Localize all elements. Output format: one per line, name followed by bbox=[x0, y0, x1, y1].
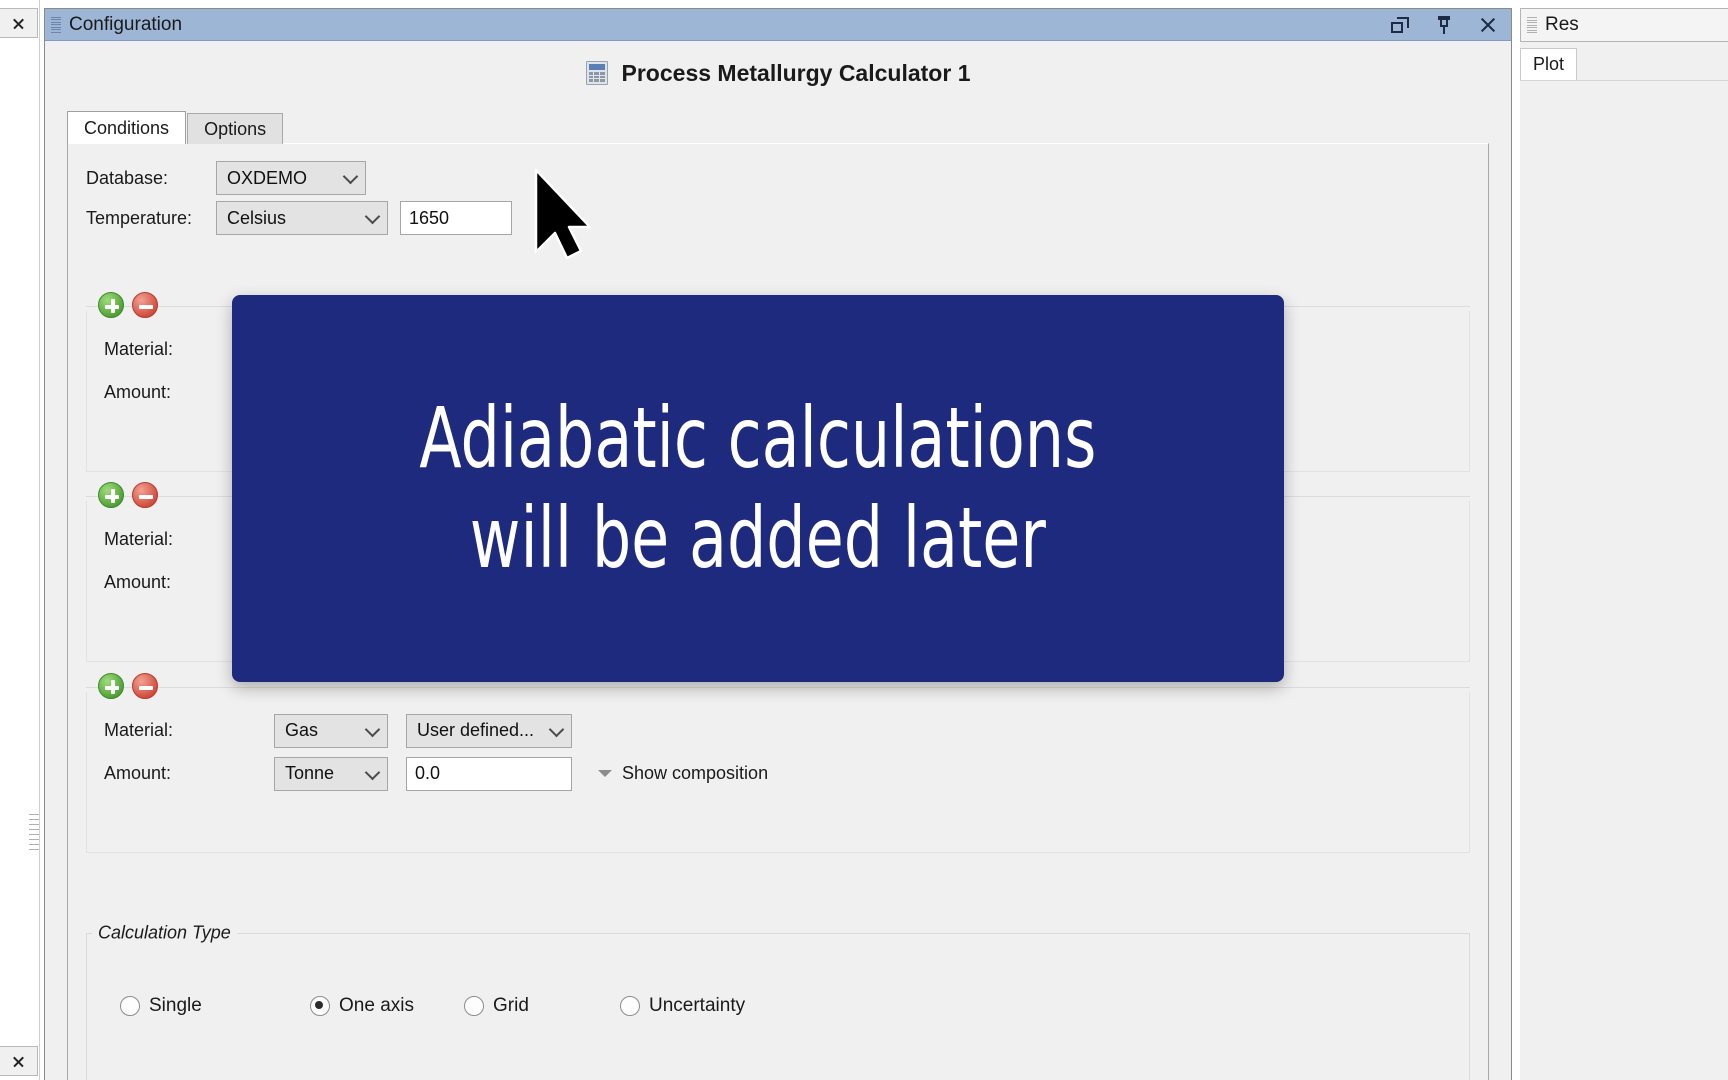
show-composition-label: Show composition bbox=[622, 763, 769, 783]
calculator-header: Process Metallurgy Calculator 1 bbox=[45, 45, 1511, 101]
close-icon bbox=[1479, 16, 1497, 34]
database-combo[interactable]: OXDEMO bbox=[216, 161, 366, 195]
left-panel-close-bottom-button[interactable] bbox=[0, 1046, 38, 1076]
tab-options[interactable]: Options bbox=[187, 113, 284, 144]
group-separator bbox=[86, 687, 1470, 688]
database-row: Database: OXDEMO bbox=[86, 158, 1488, 198]
radio-grid[interactable]: Grid bbox=[464, 995, 620, 1017]
top-settings: Database: OXDEMO Temperature: Celsius 16… bbox=[68, 144, 1488, 238]
radio-uncertainty-label: Uncertainty bbox=[649, 995, 746, 1016]
radio-grid-label: Grid bbox=[493, 995, 529, 1016]
temperature-row: Temperature: Celsius 1650 bbox=[86, 198, 1488, 238]
add-material-button[interactable] bbox=[98, 673, 124, 699]
left-panel-close-top-button[interactable] bbox=[0, 8, 38, 38]
chevron-down-icon bbox=[364, 721, 381, 737]
radio-icon bbox=[120, 996, 140, 1016]
radio-icon bbox=[620, 996, 640, 1016]
results-plot-area bbox=[1520, 80, 1728, 1080]
amount-unit-value: Tonne bbox=[285, 763, 335, 783]
results-titlebar[interactable]: Res bbox=[1520, 8, 1728, 42]
amount-value: 0.0 bbox=[415, 763, 441, 783]
left-collapsed-strip bbox=[0, 0, 40, 1080]
close-panel-button[interactable] bbox=[1477, 14, 1499, 36]
chevron-down-icon bbox=[364, 208, 381, 225]
remove-material-button[interactable] bbox=[132, 482, 158, 508]
material-name-combo[interactable]: User defined... bbox=[406, 713, 572, 748]
results-tabstrip: Plot bbox=[1520, 48, 1728, 80]
titlebar-buttons bbox=[1389, 9, 1499, 41]
temperature-label: Temperature: bbox=[86, 207, 193, 228]
calculation-type-radios: Single One axis Grid Uncertainty bbox=[120, 995, 1470, 1017]
amount-input[interactable]: 0.0 bbox=[406, 756, 572, 791]
radio-one-axis-label: One axis bbox=[339, 995, 414, 1016]
chevron-down-icon bbox=[548, 721, 565, 737]
material-group-1-buttons bbox=[98, 292, 158, 318]
pin-icon bbox=[1436, 16, 1452, 34]
temperature-input[interactable]: 1650 bbox=[400, 201, 512, 235]
chevron-down-icon bbox=[598, 770, 612, 777]
float-window-button[interactable] bbox=[1389, 14, 1411, 36]
material-name-value: User defined... bbox=[417, 720, 535, 740]
remove-material-button[interactable] bbox=[132, 673, 158, 699]
material-label: Material: bbox=[104, 720, 174, 740]
close-icon bbox=[12, 17, 25, 30]
radio-selected-icon bbox=[310, 996, 330, 1016]
material-type-combo[interactable]: Gas bbox=[274, 713, 388, 748]
calculator-title: Process Metallurgy Calculator 1 bbox=[621, 59, 971, 86]
drag-grip-icon bbox=[1527, 16, 1537, 34]
configuration-titlebar[interactable]: Configuration bbox=[45, 9, 1511, 41]
calculator-icon bbox=[585, 61, 608, 85]
annotation-overlay: Adiabatic calculations will be added lat… bbox=[232, 295, 1284, 682]
close-icon bbox=[12, 1055, 25, 1068]
temperature-unit-value: Celsius bbox=[227, 207, 287, 228]
show-composition-toggle[interactable]: Show composition bbox=[598, 763, 768, 784]
material-row: Material: Gas User defined... bbox=[104, 709, 1460, 752]
radio-single[interactable]: Single bbox=[120, 995, 310, 1017]
radio-uncertainty[interactable]: Uncertainty bbox=[620, 995, 745, 1017]
tab-options-label: Options bbox=[204, 118, 267, 139]
database-value: OXDEMO bbox=[227, 167, 308, 188]
calculation-type-group: Calculation Type Single One axis Grid Un… bbox=[86, 922, 1470, 1080]
amount-unit-combo[interactable]: Tonne bbox=[274, 756, 388, 791]
calculation-type-legend: Calculation Type bbox=[92, 922, 237, 944]
add-material-button[interactable] bbox=[98, 482, 124, 508]
amount-row: Amount: Tonne 0.0 Show composition bbox=[104, 752, 1460, 795]
temperature-value: 1650 bbox=[409, 207, 450, 228]
radio-single-label: Single bbox=[149, 995, 202, 1016]
left-splitter-grip[interactable] bbox=[29, 812, 39, 852]
chevron-down-icon bbox=[342, 168, 359, 185]
amount-label: Amount: bbox=[104, 763, 172, 783]
material-group-2-buttons bbox=[98, 482, 158, 508]
material-type-value: Gas bbox=[285, 720, 319, 740]
database-label: Database: bbox=[86, 167, 169, 188]
radio-icon bbox=[464, 996, 484, 1016]
drag-grip-icon bbox=[51, 16, 61, 34]
tab-conditions[interactable]: Conditions bbox=[67, 111, 187, 144]
temperature-unit-combo[interactable]: Celsius bbox=[216, 201, 388, 235]
chevron-down-icon bbox=[364, 764, 381, 780]
tab-plot-label: Plot bbox=[1533, 54, 1565, 74]
results-panel: Res Plot bbox=[1520, 8, 1728, 1080]
remove-material-button[interactable] bbox=[132, 292, 158, 318]
configuration-title: Configuration bbox=[69, 13, 183, 35]
material-group-3-buttons bbox=[98, 673, 158, 699]
tab-plot[interactable]: Plot bbox=[1520, 48, 1578, 80]
material-group-3-rows: Material: Gas User defined... Amount: To… bbox=[104, 709, 1460, 795]
add-material-button[interactable] bbox=[98, 292, 124, 318]
material-group-3: Material: Gas User defined... Amount: To… bbox=[86, 673, 1470, 853]
auto-hide-pin-button[interactable] bbox=[1433, 14, 1455, 36]
radio-one-axis[interactable]: One axis bbox=[310, 995, 464, 1017]
tabstrip: Conditions Options bbox=[67, 111, 1489, 144]
float-window-icon bbox=[1391, 17, 1409, 33]
annotation-overlay-text: Adiabatic calculations will be added lat… bbox=[419, 389, 1097, 587]
results-title: Res bbox=[1545, 14, 1579, 35]
app-root: Configuration Process Metallurgy Calcula… bbox=[0, 0, 1728, 1080]
tab-conditions-label: Conditions bbox=[84, 117, 170, 138]
